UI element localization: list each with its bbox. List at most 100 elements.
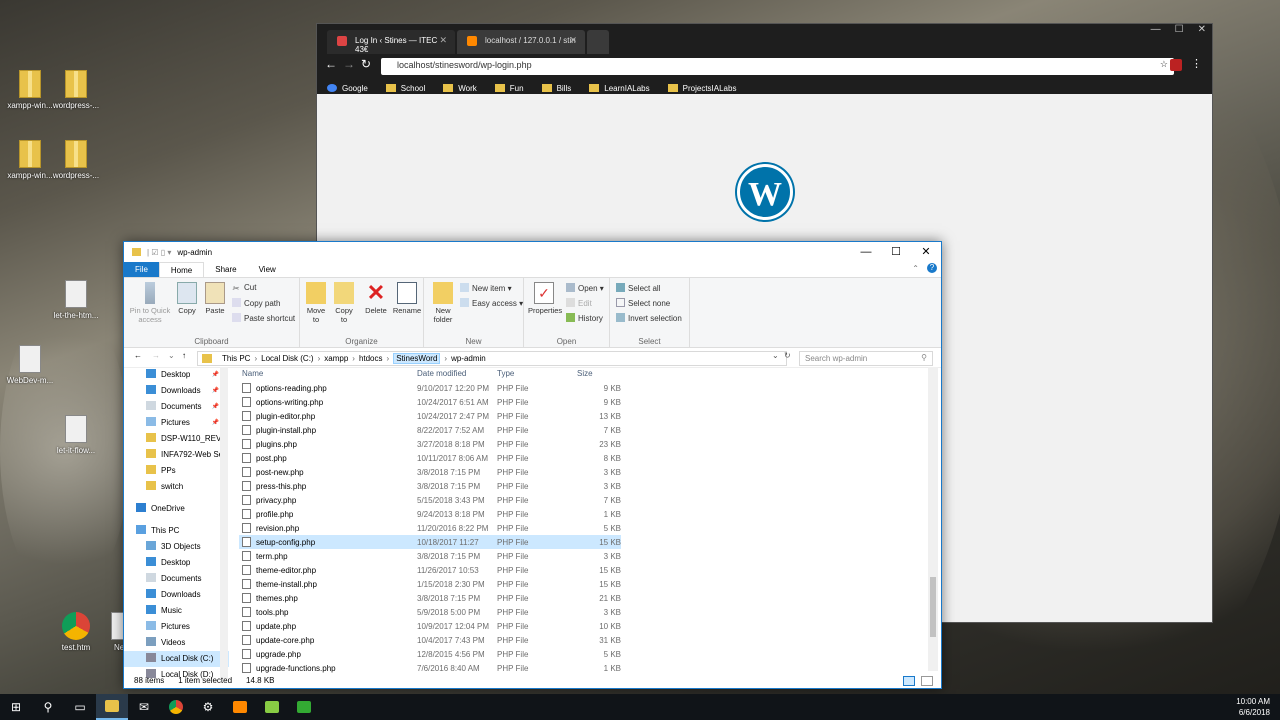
file-row[interactable]: profile.php 9/24/2013 8:18 PM PHP File 1 KB bbox=[239, 507, 929, 521]
tab-file[interactable]: File bbox=[124, 262, 159, 277]
nav-item[interactable]: Pictures bbox=[124, 619, 229, 635]
scroll-thumb[interactable] bbox=[930, 577, 936, 637]
omnibox[interactable]: localhost/stinesword/wp-login.php ☆ bbox=[381, 58, 1174, 75]
close-icon[interactable]: ✕ bbox=[911, 242, 941, 262]
file-row[interactable]: post-new.php 3/8/2018 7:15 PM PHP File 3 KB bbox=[239, 465, 929, 479]
search-button[interactable]: ⚲ bbox=[32, 694, 64, 720]
wordpress-logo-icon[interactable]: W bbox=[737, 164, 793, 220]
file-row[interactable]: upgrade-functions.php 7/6/2016 8:40 AM PHP… bbox=[239, 661, 929, 675]
nav-scrollbar[interactable] bbox=[220, 367, 228, 679]
paste-shortcut-button[interactable]: Paste shortcut bbox=[232, 313, 295, 323]
breadcrumb-separator-icon[interactable]: › bbox=[318, 354, 321, 363]
clock[interactable]: 10:00 AM 6/6/2018 bbox=[1236, 696, 1270, 718]
new-folder-button[interactable]: New folder bbox=[430, 282, 456, 324]
breadcrumb-separator-icon[interactable]: › bbox=[352, 354, 355, 363]
rename-button[interactable]: Rename bbox=[392, 282, 422, 315]
properties-button[interactable]: ✓ Properties bbox=[528, 282, 562, 315]
extension-icon[interactable] bbox=[1170, 59, 1182, 71]
breadcrumb-item[interactable]: wp-admin bbox=[451, 354, 486, 363]
select-all-button[interactable]: Select all bbox=[616, 283, 660, 293]
tab-view[interactable]: View bbox=[248, 262, 287, 277]
bookmark-item[interactable]: School bbox=[385, 83, 425, 93]
nav-item[interactable]: Desktop bbox=[124, 555, 229, 571]
search-input[interactable]: Search wp-admin ⚲ bbox=[799, 351, 933, 366]
nav-item[interactable]: INFA792-Web Se bbox=[124, 447, 229, 463]
back-icon[interactable]: ← bbox=[134, 351, 142, 360]
maximize-icon[interactable]: ☐ bbox=[1175, 24, 1184, 35]
delete-button[interactable]: ✕ Delete bbox=[362, 282, 390, 316]
address-dropdown-icon[interactable]: ⌄ bbox=[772, 351, 779, 360]
taskbar-xampp[interactable] bbox=[224, 694, 256, 720]
nav-item[interactable]: Documents bbox=[124, 571, 229, 587]
copy-to-button[interactable]: Copy to bbox=[332, 282, 356, 324]
forward-icon[interactable]: → bbox=[343, 57, 355, 71]
column-date[interactable]: Date modified bbox=[417, 369, 466, 378]
chrome-tab-phpmyadmin[interactable]: localhost / 127.0.0.1 / stin ✕ bbox=[457, 30, 585, 54]
file-row[interactable]: theme-install.php 1/15/2018 2:30 PM PHP Fi… bbox=[239, 577, 929, 591]
tab-home[interactable]: Home bbox=[158, 262, 205, 277]
easy-access-button[interactable]: Easy access ▾ bbox=[460, 298, 523, 308]
invert-selection-button[interactable]: Invert selection bbox=[616, 313, 682, 323]
select-none-button[interactable]: Select none bbox=[616, 298, 670, 308]
nav-item[interactable]: Downloads 📌 bbox=[124, 383, 229, 399]
file-row[interactable]: post.php 10/11/2017 8:06 AM PHP File 8 KB bbox=[239, 451, 929, 465]
menu-icon[interactable]: ⋮ bbox=[1191, 57, 1202, 70]
bookmark-item[interactable]: ProjectsIALabs bbox=[667, 83, 736, 93]
details-view-icon[interactable] bbox=[903, 676, 915, 686]
start-button[interactable]: ⊞ bbox=[0, 694, 32, 720]
close-tab-icon[interactable]: ✕ bbox=[569, 35, 577, 46]
breadcrumb-item[interactable]: This PC bbox=[222, 354, 250, 363]
file-row[interactable]: update-core.php 10/4/2017 7:43 PM PHP File… bbox=[239, 633, 929, 647]
column-type[interactable]: Type bbox=[497, 369, 514, 378]
open-button[interactable]: Open ▾ bbox=[566, 283, 604, 293]
close-tab-icon[interactable]: ✕ bbox=[439, 35, 447, 46]
column-name[interactable]: Name bbox=[242, 369, 412, 378]
taskbar-file-explorer[interactable] bbox=[96, 694, 128, 720]
taskbar-app[interactable] bbox=[288, 694, 320, 720]
bookmark-item[interactable]: Fun bbox=[494, 83, 524, 93]
taskbar-settings[interactable]: ⚙ bbox=[192, 694, 224, 720]
nav-item[interactable]: Local Disk (C:) bbox=[124, 651, 229, 667]
bookmark-item[interactable]: Google bbox=[327, 83, 368, 93]
breadcrumb-item[interactable]: StinesWord bbox=[393, 353, 441, 364]
nav-item[interactable]: PPs bbox=[124, 463, 229, 479]
bookmark-item[interactable]: Bills bbox=[541, 83, 571, 93]
collapse-ribbon-icon[interactable]: ⌃ bbox=[912, 264, 919, 273]
close-icon[interactable]: ✕ bbox=[1198, 24, 1206, 35]
file-row[interactable]: tools.php 5/9/2018 5:00 PM PHP File 3 KB bbox=[239, 605, 929, 619]
copy-button[interactable]: Copy bbox=[174, 282, 200, 315]
nav-item[interactable]: OneDrive bbox=[124, 501, 229, 517]
bookmark-item[interactable]: LearnIALabs bbox=[589, 83, 650, 93]
taskbar-chrome[interactable] bbox=[160, 694, 192, 720]
column-size[interactable]: Size bbox=[577, 369, 593, 378]
nav-item[interactable]: 3D Objects bbox=[124, 539, 229, 555]
copy-path-button[interactable]: Copy path bbox=[232, 298, 280, 308]
file-row[interactable]: options-reading.php 9/10/2017 12:20 PM PHP… bbox=[239, 381, 929, 395]
pin-quick-access-button[interactable]: Pin to Quick access bbox=[128, 282, 172, 324]
vertical-scrollbar[interactable] bbox=[928, 367, 938, 671]
file-row[interactable]: plugin-install.php 8/22/2017 7:52 AM PHP F… bbox=[239, 423, 929, 437]
quick-access-toolbar[interactable]: | ☑ ▯ ▾ bbox=[147, 248, 171, 257]
up-icon[interactable]: ↑ bbox=[182, 351, 186, 360]
chrome-tab-login[interactable]: Log In ‹ Stines — ITEC 43€ ✕ bbox=[327, 30, 455, 54]
file-row[interactable]: term.php 3/8/2018 7:15 PM PHP File 3 KB bbox=[239, 549, 929, 563]
desktop-icon[interactable]: let-the-htm... bbox=[46, 280, 106, 320]
minimize-icon[interactable]: — bbox=[1151, 24, 1161, 35]
nav-item[interactable]: Downloads bbox=[124, 587, 229, 603]
paste-button[interactable]: Paste bbox=[202, 282, 228, 315]
breadcrumb-separator-icon[interactable]: › bbox=[387, 354, 390, 363]
back-icon[interactable]: ← bbox=[325, 57, 337, 71]
nav-item[interactable]: Music bbox=[124, 603, 229, 619]
nav-item[interactable]: This PC bbox=[124, 523, 229, 539]
reload-icon[interactable]: ↻ bbox=[361, 57, 371, 71]
nav-item[interactable]: DSP-W110_REVB bbox=[124, 431, 229, 447]
history-button[interactable]: History bbox=[566, 313, 603, 323]
nav-item[interactable]: Pictures 📌 bbox=[124, 415, 229, 431]
maximize-icon[interactable]: ☐ bbox=[881, 242, 911, 262]
nav-item[interactable]: switch bbox=[124, 479, 229, 495]
cut-button[interactable]: ✂ Cut bbox=[232, 283, 256, 293]
desktop-icon[interactable]: WebDev-m... bbox=[0, 345, 60, 385]
tab-share[interactable]: Share bbox=[204, 262, 247, 277]
forward-icon[interactable]: → bbox=[152, 351, 160, 360]
file-row[interactable]: upgrade.php 12/8/2015 4:56 PM PHP File 5 KB bbox=[239, 647, 929, 661]
